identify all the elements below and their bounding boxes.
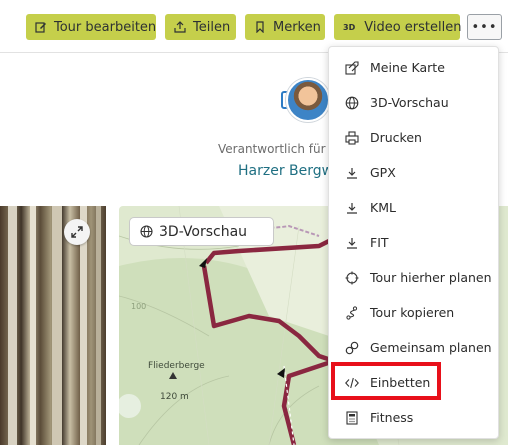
menu-item-plan-tour-here[interactable]: Tour hierher planen xyxy=(329,261,498,294)
bookmark-button[interactable]: Merken xyxy=(245,14,325,40)
menu-item-copy-tour[interactable]: Tour kopieren xyxy=(329,296,498,329)
more-options-button[interactable]: ••• xyxy=(467,14,502,40)
menu-item-my-map[interactable]: Meine Karte xyxy=(329,51,498,84)
menu-item-label: KML xyxy=(370,200,396,215)
expand-icon xyxy=(71,226,83,238)
route-icon xyxy=(345,305,359,320)
menu-item-label: 3D-Vorschau xyxy=(370,95,449,110)
menu-item-label: Fitness xyxy=(370,410,414,425)
menu-item-label: Drucken xyxy=(370,130,422,145)
embed-highlight-box xyxy=(331,362,441,400)
peak-name-label: Fliederberge xyxy=(148,361,205,371)
create-video-button[interactable]: 3D Video erstellen xyxy=(334,14,462,40)
menu-item-label: Meine Karte xyxy=(370,60,445,75)
download-icon xyxy=(345,236,359,250)
menu-item-kml[interactable]: KML xyxy=(329,191,498,224)
expand-photo-button[interactable] xyxy=(64,219,90,245)
menu-item-fitness[interactable]: Fitness xyxy=(329,401,498,434)
peak-elevation-label: 120 m xyxy=(160,392,189,402)
3d-preview-label: 3D-Vorschau xyxy=(159,223,248,240)
3d-video-icon: 3D xyxy=(343,22,356,32)
menu-item-label: GPX xyxy=(370,165,396,180)
more-dots-icon: ••• xyxy=(471,19,498,35)
edit-tour-label: Tour bearbeiten xyxy=(54,19,157,35)
menu-item-label: Tour hierher planen xyxy=(370,270,492,285)
author-name-link[interactable]: Harzer Bergw xyxy=(238,163,333,179)
menu-item-3d-preview[interactable]: 3D-Vorschau xyxy=(329,86,498,119)
menu-item-print[interactable]: Drucken xyxy=(329,121,498,154)
printer-icon xyxy=(345,130,359,145)
bookmark-label: Merken xyxy=(273,19,321,35)
author-avatar[interactable] xyxy=(286,78,330,122)
menu-item-label: Tour kopieren xyxy=(370,305,455,320)
share-label: Teilen xyxy=(193,19,231,35)
download-icon xyxy=(345,166,359,180)
responsible-label: Verantwortlich für xyxy=(218,142,326,156)
menu-item-gpx[interactable]: GPX xyxy=(329,156,498,189)
create-video-label: Video erstellen xyxy=(364,19,462,35)
contour-label: 100 xyxy=(131,302,147,311)
menu-item-fit[interactable]: FIT xyxy=(329,226,498,259)
my-map-icon xyxy=(345,60,359,75)
menu-item-label: FIT xyxy=(370,235,389,250)
menu-item-plan-together[interactable]: Gemeinsam planen xyxy=(329,331,498,364)
globe-icon xyxy=(345,96,359,110)
tour-photo[interactable] xyxy=(0,206,106,445)
bookmark-icon xyxy=(254,21,266,33)
globe-icon xyxy=(140,225,153,238)
share-icon xyxy=(174,21,186,33)
calculator-icon xyxy=(345,410,359,425)
action-toolbar: Tour bearbeiten Teilen Merken 3D Video e… xyxy=(0,14,508,44)
download-icon xyxy=(345,201,359,215)
share-button[interactable]: Teilen xyxy=(165,14,236,40)
edit-icon xyxy=(35,21,47,33)
menu-item-label: Gemeinsam planen xyxy=(370,340,492,355)
edit-tour-button[interactable]: Tour bearbeiten xyxy=(26,14,156,40)
crosshair-icon xyxy=(345,271,359,285)
3d-preview-button[interactable]: 3D-Vorschau xyxy=(129,217,274,246)
link-icon xyxy=(345,341,359,355)
